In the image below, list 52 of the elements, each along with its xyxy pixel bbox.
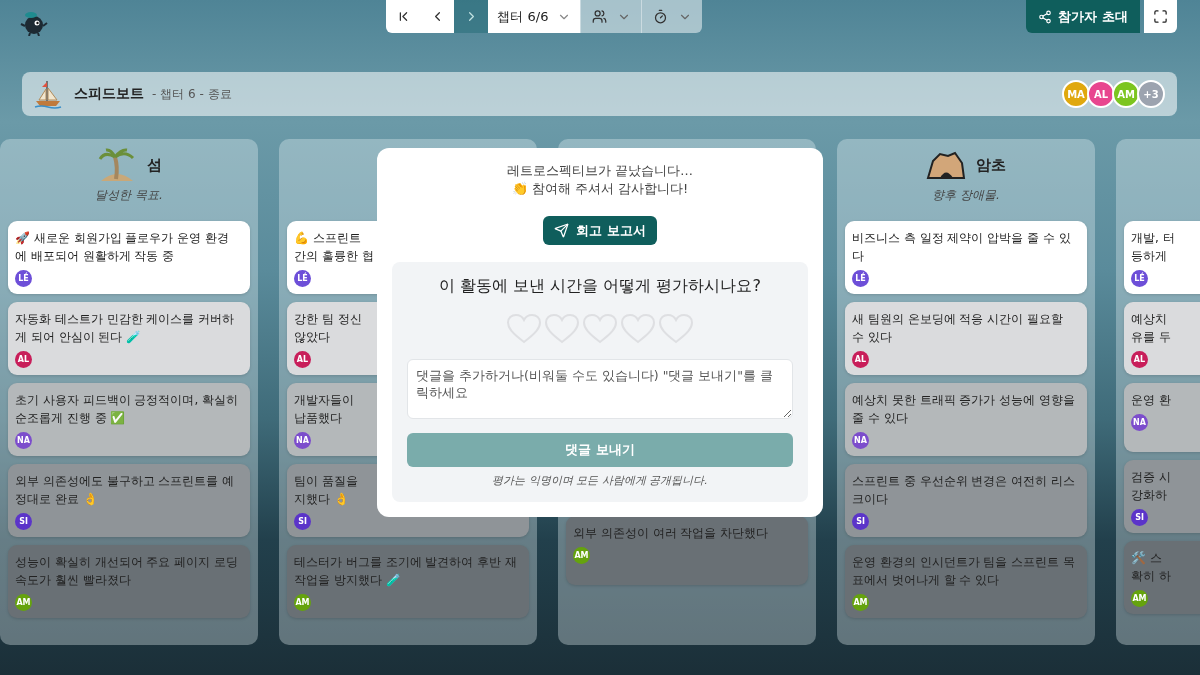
- author-avatar: AL: [852, 351, 869, 368]
- rating-question: 이 활동에 보낸 시간을 어떻게 평가하시나요?: [439, 276, 761, 297]
- author-avatar: LÉ: [1131, 270, 1148, 287]
- author-avatar: NA: [15, 432, 32, 449]
- dialog-message: 레트로스펙티브가 끝났습니다...: [507, 162, 693, 180]
- board-title: 스피드보트: [74, 85, 144, 103]
- anonymity-note: 평가는 익명이며 모든 사람에게 공개됩니다.: [492, 473, 708, 488]
- note-text: 성능이 확실히 개선되어 주요 페이지 로딩 속도가 훨씬 빨라졌다: [15, 554, 240, 589]
- author-avatar: NA: [852, 432, 869, 449]
- column-title: 암초: [976, 155, 1006, 175]
- author-avatar: AM: [1131, 590, 1148, 607]
- author-avatar: AM: [852, 594, 869, 611]
- note-text: 초기 사용자 피드백이 긍정적이며, 확실히 순조롭게 진행 중 ✅: [15, 392, 240, 427]
- author-avatar: AM: [573, 547, 590, 564]
- author-avatar: NA: [294, 432, 311, 449]
- board-subtitle: - 챕터 6 - 종료: [152, 85, 232, 103]
- author-avatar: SI: [15, 513, 32, 530]
- note-text: 새 팀원의 온보딩에 적응 시간이 필요할 수 있다: [852, 311, 1065, 346]
- author-avatar: AM: [294, 594, 311, 611]
- author-avatar: AM: [15, 594, 32, 611]
- note-text: 자동화 테스트가 민감한 케이스를 커버하게 되어 안심이 된다 🧪: [15, 311, 236, 346]
- author-avatar: LÉ: [294, 270, 311, 287]
- note-text: 외부 의존성이 여러 작업을 차단했다: [573, 525, 769, 542]
- column-title: 섬: [146, 155, 162, 175]
- note-text: 💪 스프린트 간의 훌륭한 협: [294, 230, 374, 265]
- author-avatar: AL: [15, 351, 32, 368]
- note-text: 강한 팀 정신 않았다: [294, 311, 362, 346]
- author-avatar: SI: [294, 513, 311, 530]
- note-text: 개발, 터 등하게: [1131, 230, 1175, 265]
- note-text: 팀이 품질을 지했다 👌: [294, 473, 358, 508]
- dialog-thanks: 👏 참여해 주셔서 감사합니다!: [511, 180, 689, 198]
- author-avatar: SI: [1131, 509, 1148, 526]
- column-subtitle: 달성한 목표.: [95, 187, 163, 204]
- author-avatar: AL: [1131, 351, 1148, 368]
- author-avatar: LÉ: [852, 270, 869, 287]
- author-avatar: SI: [852, 513, 869, 530]
- note-text: 운영 환: [1131, 392, 1171, 409]
- author-avatar: LÉ: [15, 270, 32, 287]
- column-subtitle: 향후 장애물.: [932, 187, 1000, 204]
- note-text: 외부 의존성에도 불구하고 스프린트를 예정대로 완료 👌: [15, 473, 236, 508]
- note-text: 🚀 새로운 회원가입 플로우가 운영 환경에 배포되어 원활하게 작동 중: [15, 230, 231, 265]
- author-avatar: AL: [294, 351, 311, 368]
- note-text: 🛠 스 확히 하: [1131, 550, 1171, 585]
- note-text: 개발자들이 납품했다: [294, 392, 354, 427]
- note-text: 스프린트 중 우선순위 변경은 여전히 리스크이다: [852, 473, 1077, 508]
- note-text: 테스터가 버그를 조기에 발견하여 후반 재작업을 방지했다 🧪: [294, 554, 519, 589]
- note-text: 비즈니스 측 일정 제약이 압박을 줄 수 있다: [852, 230, 1072, 265]
- note-text: 운영 환경의 인시던트가 팀을 스프린트 목표에서 벗어나게 할 수 있다: [852, 554, 1077, 589]
- note-text: 예상치 못한 트래픽 증가가 성능에 영향을 줄 수 있다: [852, 392, 1077, 427]
- note-text: 검증 시 강화하: [1131, 469, 1171, 504]
- author-avatar: NA: [1131, 414, 1148, 431]
- note-text: 예상치 유를 두: [1131, 311, 1171, 346]
